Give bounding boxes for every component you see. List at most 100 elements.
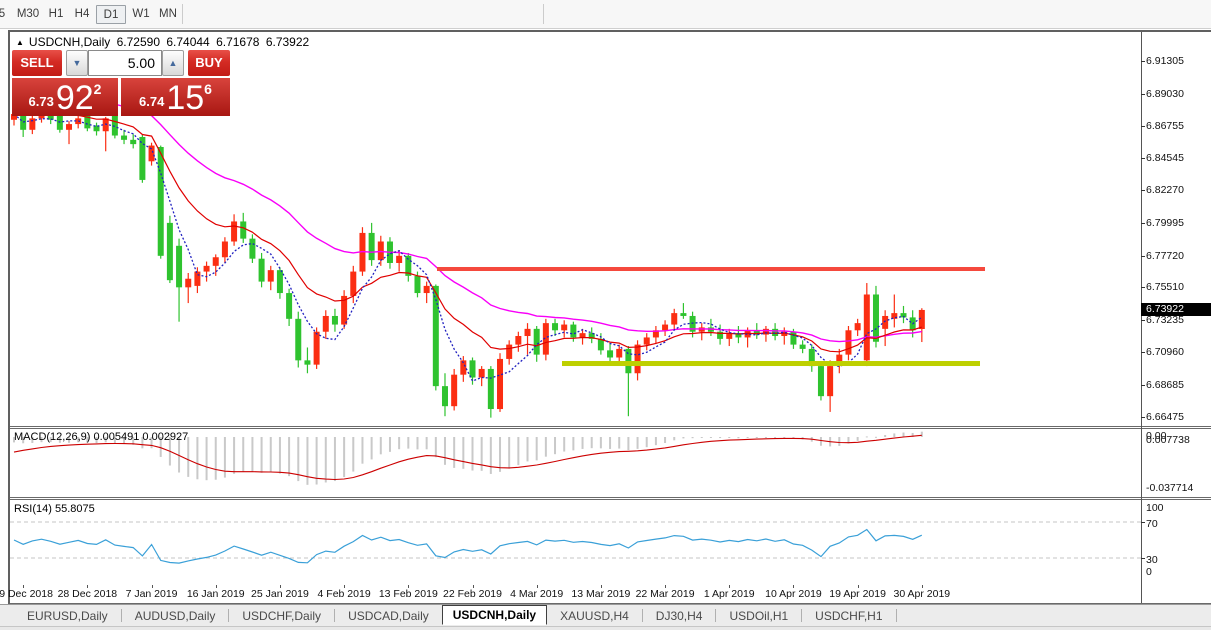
support-line[interactable] — [562, 361, 980, 367]
tab-usdoil-h1[interactable]: USDOil,H1 — [716, 607, 801, 625]
candle[interactable] — [203, 265, 210, 272]
timeframe-button-mn[interactable]: MN — [157, 5, 179, 24]
chevron-down-icon: ▼ — [72, 58, 82, 68]
tab-dj30-h4[interactable]: DJ30,H4 — [643, 607, 716, 625]
candle[interactable] — [423, 285, 430, 294]
timeframe-button-h1[interactable]: H1 — [47, 5, 65, 24]
candle[interactable] — [515, 336, 522, 345]
ohlc-open: 6.72590 — [116, 35, 160, 49]
candle[interactable] — [414, 275, 421, 294]
tab-xauusd-h4[interactable]: XAUUSD,H4 — [547, 607, 642, 625]
candle[interactable] — [66, 124, 73, 130]
candle[interactable] — [276, 270, 283, 294]
candle[interactable] — [524, 328, 531, 337]
candle[interactable] — [680, 313, 687, 316]
candle[interactable] — [185, 278, 192, 288]
candle[interactable] — [817, 366, 824, 397]
candle[interactable] — [845, 330, 852, 355]
timeframe-button-h4[interactable]: H4 — [73, 5, 91, 24]
candle[interactable] — [882, 315, 889, 329]
candle[interactable] — [121, 135, 128, 140]
tab-usdcnh-daily[interactable]: USDCNH,Daily — [441, 604, 548, 625]
candle[interactable] — [579, 333, 586, 338]
buy-price-display[interactable]: 6.74 15 6 — [121, 78, 230, 116]
candle[interactable] — [139, 136, 146, 180]
resistance-line[interactable] — [437, 266, 985, 271]
candle[interactable] — [772, 328, 779, 337]
macd-histogram-bar — [535, 437, 538, 461]
candle[interactable] — [368, 232, 375, 261]
tab-usdchf-h1[interactable]: USDCHF,H1 — [802, 607, 895, 625]
candle[interactable] — [497, 358, 504, 410]
candle[interactable] — [240, 221, 247, 239]
candle[interactable] — [231, 221, 238, 242]
candle[interactable] — [552, 323, 559, 331]
timeframe-button-w1[interactable]: W1 — [130, 5, 152, 24]
candle[interactable] — [148, 145, 155, 162]
tab-usdcad-daily[interactable]: USDCAD,Daily — [335, 607, 442, 625]
macd-histogram-bar — [352, 437, 355, 472]
candle[interactable] — [827, 366, 834, 397]
candle[interactable] — [487, 368, 494, 410]
candle[interactable] — [762, 328, 769, 335]
candle[interactable] — [634, 344, 641, 374]
candle[interactable] — [643, 337, 650, 345]
candle[interactable] — [194, 271, 201, 286]
candle[interactable] — [176, 245, 183, 288]
candle[interactable] — [295, 318, 302, 361]
collapse-panel-icon[interactable]: ▲ — [16, 38, 24, 47]
timeframe-button-d1[interactable]: D1 — [96, 5, 126, 24]
candle[interactable] — [506, 344, 513, 359]
timeframe-button-m30[interactable]: M30 — [15, 5, 41, 24]
macd-histogram-bar — [700, 437, 703, 438]
candle[interactable] — [469, 360, 476, 378]
sell-button[interactable]: SELL — [12, 50, 62, 76]
candle[interactable] — [616, 348, 623, 358]
candle[interactable] — [872, 294, 879, 342]
candle[interactable] — [130, 139, 137, 145]
candle[interactable] — [350, 271, 357, 296]
candle[interactable] — [322, 315, 329, 332]
candle[interactable] — [561, 324, 568, 331]
volume-increase-button[interactable]: ▲ — [162, 50, 184, 76]
candle[interactable] — [258, 258, 265, 282]
rsi-pane-canvas[interactable] — [10, 500, 1142, 584]
candle[interactable] — [396, 255, 403, 263]
candle[interactable] — [313, 331, 320, 365]
candle[interactable] — [533, 328, 540, 355]
candle[interactable] — [249, 238, 256, 259]
sell-price-display[interactable]: 6.73 92 2 — [12, 78, 118, 116]
candle[interactable] — [267, 270, 274, 282]
macd-axis-max-label: 0.007738 — [1146, 434, 1190, 446]
time-axis[interactable]: 19 Dec 2018 28 Dec 2018 7 Jan 2019 16 Jan 2… — [0, 585, 1141, 603]
candle[interactable] — [570, 324, 577, 338]
candle[interactable] — [166, 222, 173, 281]
candle[interactable] — [863, 294, 870, 361]
macd-histogram-bar — [242, 437, 245, 472]
candle[interactable] — [671, 313, 678, 325]
candle[interactable] — [607, 350, 614, 358]
candle[interactable] — [157, 146, 164, 256]
volume-input[interactable] — [88, 50, 162, 76]
buy-button[interactable]: BUY — [188, 50, 230, 76]
date-label: 25 Jan 2019 — [251, 588, 309, 600]
candle[interactable] — [102, 118, 109, 132]
candle[interactable] — [799, 344, 806, 349]
volume-decrease-button[interactable]: ▼ — [66, 50, 88, 76]
tab-eurusd-daily[interactable]: EURUSD,Daily — [14, 607, 121, 625]
candle[interactable] — [304, 360, 311, 365]
candle[interactable] — [662, 324, 669, 331]
candle[interactable] — [286, 293, 293, 319]
tab-usdchf-daily[interactable]: USDCHF,Daily — [229, 607, 334, 625]
timeframe-button-5[interactable]: 5 — [0, 5, 8, 24]
candle[interactable] — [451, 374, 458, 407]
candle[interactable] — [478, 368, 485, 378]
candle[interactable] — [331, 315, 338, 325]
candle[interactable] — [221, 241, 228, 258]
tab-audusd-daily[interactable]: AUDUSD,Daily — [122, 607, 229, 625]
candle[interactable] — [790, 331, 797, 345]
candle[interactable] — [854, 323, 861, 331]
candle[interactable] — [441, 386, 448, 407]
candle[interactable] — [111, 114, 118, 136]
candle[interactable] — [212, 257, 219, 266]
